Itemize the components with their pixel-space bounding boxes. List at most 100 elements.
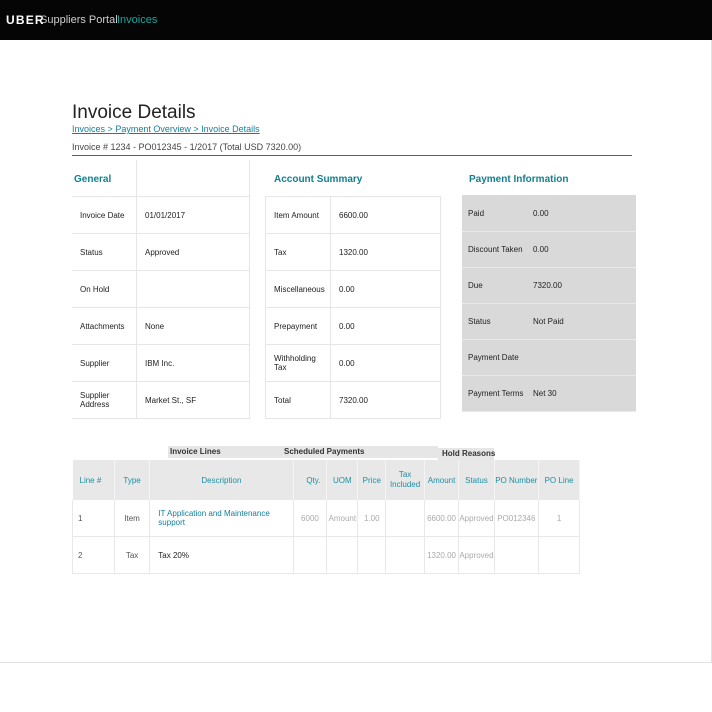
breadcrumb-invoice-details[interactable]: Invoice Details [201, 124, 260, 134]
cell-qty: 6000 [293, 500, 328, 537]
col-tax-included[interactable]: Tax Included [385, 460, 425, 500]
cell-line: 2 [72, 536, 115, 574]
brand-logo[interactable]: UBER [6, 13, 45, 27]
acct-header-cell [330, 160, 441, 197]
general-table: Invoice Date 01/01/2017 Status Approved … [72, 160, 250, 419]
payment-value: 0.00 [533, 245, 549, 254]
col-uom[interactable]: UOM [326, 460, 359, 500]
cell-status: Approved [458, 536, 495, 574]
general-header-cell [136, 160, 250, 197]
col-line[interactable]: Line # [72, 460, 115, 500]
table-row: Total 7320.00 [265, 381, 441, 419]
acct-label: Miscellaneous [265, 270, 331, 308]
invoice-subtitle: Invoice # 1234 - PO012345 - 1/2017 (Tota… [72, 142, 302, 152]
table-row: Item Amount 6600.00 [265, 196, 441, 234]
acct-label: Tax [265, 233, 331, 271]
cell-tax-included [385, 500, 425, 537]
table-row: Status Approved [72, 233, 250, 271]
acct-value: 0.00 [330, 344, 441, 382]
payment-value: Not Paid [533, 317, 564, 326]
general-value: None [136, 307, 250, 345]
cell-price [357, 536, 387, 574]
table-row: Supplier IBM Inc. [72, 344, 250, 382]
table-row: Supplier Address Market St., SF [72, 381, 250, 419]
general-label: Attachments [72, 307, 137, 345]
cell-tax-included [385, 536, 425, 574]
general-value: IBM Inc. [136, 344, 250, 382]
cell-type: Item [114, 500, 151, 537]
payment-info-heading: Payment Information [469, 174, 569, 185]
cell-qty [293, 536, 328, 574]
list-item: Discount Taken 0.00 [462, 231, 636, 268]
table-row: Attachments None [72, 307, 250, 345]
table-row: 2 Tax Tax 20% 1320.00 Approved [72, 536, 580, 574]
table-row: Miscellaneous 0.00 [265, 270, 441, 308]
cell-uom: Amount [326, 500, 359, 537]
acct-value: 1320.00 [330, 233, 441, 271]
table-row: Tax 1320.00 [265, 233, 441, 271]
cell-description: Tax 20% [149, 536, 294, 574]
cell-line: 1 [72, 500, 115, 537]
list-item: Status Not Paid [462, 303, 636, 340]
col-description[interactable]: Description [149, 460, 294, 500]
tab-hold-reasons[interactable]: Hold Reasons [442, 449, 495, 458]
cell-price: 1.00 [357, 500, 387, 537]
payment-label: Status [468, 317, 491, 326]
tab-invoice-lines[interactable]: Invoice Lines [170, 447, 221, 456]
acct-label: Withholding Tax [265, 344, 331, 382]
title-divider [72, 155, 632, 156]
list-item: Payment Terms Net 30 [462, 375, 636, 412]
acct-header-cell [265, 160, 331, 197]
breadcrumb-payment-overview[interactable]: Payment Overview [115, 124, 191, 134]
payment-value: 0.00 [533, 209, 549, 218]
payment-value: 7320.00 [533, 281, 562, 290]
general-label: On Hold [72, 270, 137, 308]
col-qty[interactable]: Qty. [293, 460, 328, 500]
account-summary-table: Item Amount 6600.00 Tax 1320.00 Miscella… [265, 160, 441, 419]
table-row: Withholding Tax 0.00 [265, 344, 441, 382]
col-status[interactable]: Status [458, 460, 495, 500]
acct-value: 0.00 [330, 270, 441, 308]
acct-value: 0.00 [330, 307, 441, 345]
list-item: Payment Date [462, 339, 636, 376]
payment-label: Discount Taken [468, 245, 523, 254]
breadcrumb-invoices[interactable]: Invoices [72, 124, 105, 134]
cell-amount: 6600.00 [424, 500, 460, 537]
general-value: Approved [136, 233, 250, 271]
nav-portal-link[interactable]: Suppliers Portal [40, 14, 118, 26]
payment-info-panel: Paid 0.00 Discount Taken 0.00 Due 7320.0… [462, 195, 636, 412]
general-label: Status [72, 233, 137, 271]
payment-label: Payment Date [468, 353, 519, 362]
payment-label: Paid [468, 209, 485, 218]
breadcrumb: Invoices > Payment Overview > Invoice De… [72, 124, 260, 134]
tab-scheduled-payments[interactable]: Scheduled Payments [284, 447, 364, 456]
cell-uom [326, 536, 359, 574]
table-row: On Hold [72, 270, 250, 308]
general-value: 01/01/2017 [136, 196, 250, 234]
page-title: Invoice Details [72, 101, 196, 123]
line-description-link[interactable]: IT Application and Maintenance support [149, 500, 294, 537]
acct-label: Total [265, 381, 331, 419]
general-value [136, 270, 250, 308]
col-amount[interactable]: Amount [424, 460, 460, 500]
acct-value: 7320.00 [330, 381, 441, 419]
cell-po-number [494, 536, 540, 574]
general-header-cell [72, 160, 137, 197]
nav-invoices-link[interactable]: Invoices [117, 14, 157, 26]
col-po-line[interactable]: PO Line [538, 460, 580, 500]
top-nav: UBER Suppliers Portal Invoices [0, 0, 712, 40]
general-label: Invoice Date [72, 196, 137, 234]
col-type[interactable]: Type [114, 460, 151, 500]
list-item: Paid 0.00 [462, 195, 636, 232]
col-price[interactable]: Price [357, 460, 387, 500]
table-header-row: Line # Type Description Qty. UOM Price T… [72, 460, 580, 500]
list-item: Due 7320.00 [462, 267, 636, 304]
payment-label: Due [468, 281, 483, 290]
invoice-lines-table: Line # Type Description Qty. UOM Price T… [72, 460, 580, 574]
cell-po-line: 1 [538, 500, 580, 537]
table-row: Invoice Date 01/01/2017 [72, 196, 250, 234]
table-row: Prepayment 0.00 [265, 307, 441, 345]
col-po-number[interactable]: PO Number [494, 460, 540, 500]
acct-value: 6600.00 [330, 196, 441, 234]
general-value: Market St., SF [136, 381, 250, 419]
